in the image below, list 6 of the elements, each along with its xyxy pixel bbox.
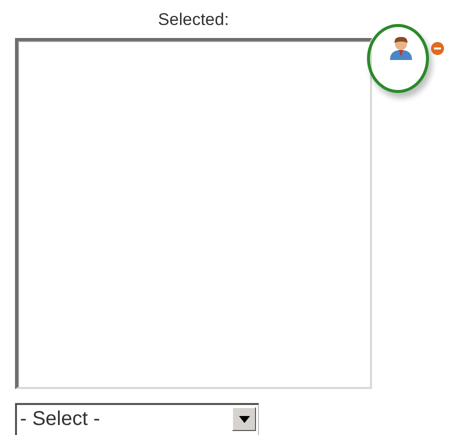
selected-listbox[interactable] [15, 38, 372, 389]
select-dropdown[interactable]: - Select - [15, 403, 259, 435]
caret-icon [232, 407, 256, 431]
remove-icon[interactable] [431, 42, 444, 55]
selected-label: Selected: [157, 9, 230, 31]
person-icon[interactable] [388, 35, 414, 61]
